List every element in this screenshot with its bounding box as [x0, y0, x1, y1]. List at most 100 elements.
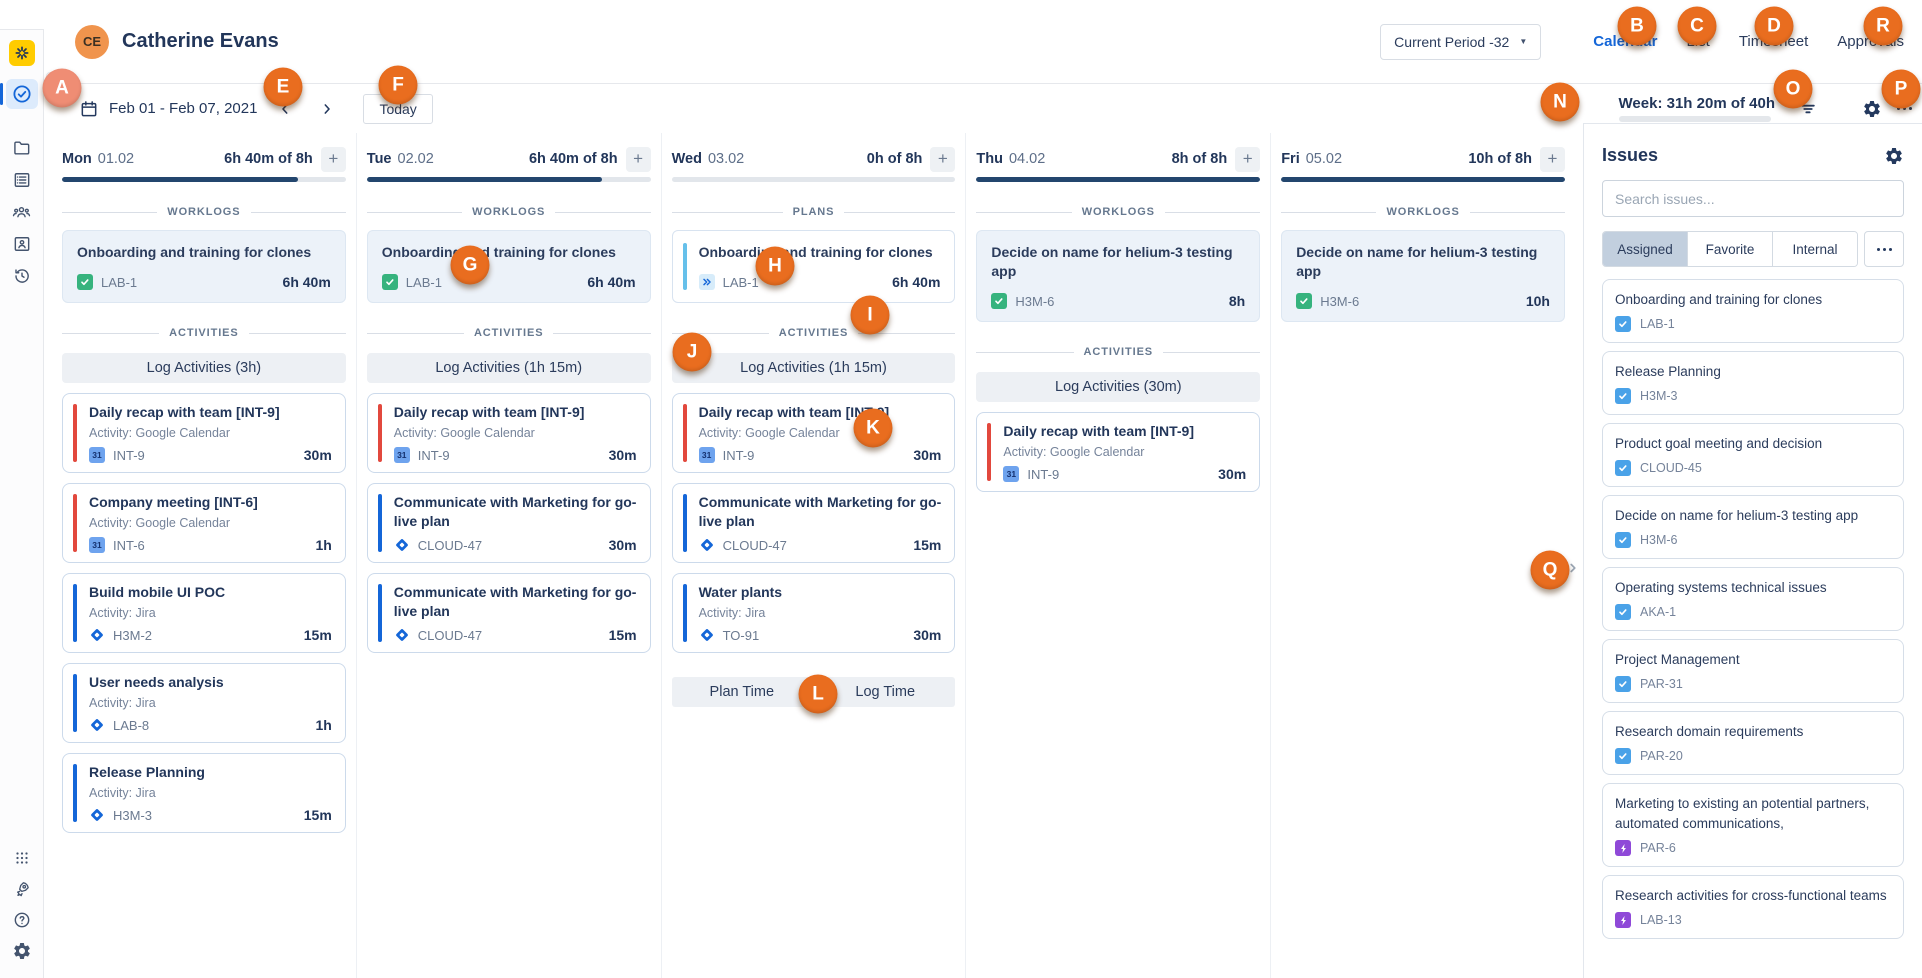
sidebar-item-history[interactable] — [6, 261, 38, 291]
activity-meta-row: 31INT-930m — [89, 447, 332, 463]
issue-title: Release Planning — [1615, 362, 1891, 382]
day-date: 02.02 — [398, 151, 434, 167]
issue-card[interactable]: Research domain requirementsPAR-20 — [1602, 711, 1904, 775]
activity-card[interactable]: Company meeting [INT-6]Activity: Google … — [62, 483, 346, 563]
activity-card[interactable]: Build mobile UI POCActivity: JiraH3M-215… — [62, 573, 346, 653]
day-date: 05.02 — [1306, 151, 1342, 167]
add-worklog-button[interactable]: + — [930, 147, 955, 172]
worklog-title: Onboarding and training for clones — [699, 243, 941, 262]
add-worklog-button[interactable]: + — [321, 147, 346, 172]
app-window: CE Catherine Evans Current Period -32 ▼ … — [0, 0, 1922, 978]
log-activities-button[interactable]: Log Activities (30m) — [976, 372, 1260, 402]
log-activities-button[interactable]: Log Activities (3h) — [62, 353, 346, 383]
issue-meta-row: PAR-6 — [1615, 840, 1891, 856]
annotation-marker-J: J — [673, 333, 712, 372]
add-worklog-button[interactable]: + — [1540, 147, 1565, 172]
issues-tab-favorite[interactable]: Favorite — [1688, 232, 1773, 266]
activity-time: 1h — [315, 537, 331, 553]
sidebar-item-tracker[interactable] — [6, 79, 38, 109]
activity-card[interactable]: Communicate with Marketing for go-live p… — [672, 483, 956, 563]
issues-tab-assigned[interactable]: Assigned — [1603, 232, 1688, 266]
divider-line — [1470, 212, 1565, 213]
worklog-card[interactable]: Onboarding and training for clonesLAB-16… — [367, 230, 651, 303]
issue-key: INT-6 — [113, 538, 145, 553]
activity-accent-bar — [378, 584, 382, 642]
activity-accent-bar — [73, 404, 77, 462]
activity-card[interactable]: Water plantsActivity: JiraTO-9130m — [672, 573, 956, 653]
issue-title: Onboarding and training for clones — [1615, 290, 1891, 310]
logged-time: 6h 40m — [283, 274, 331, 290]
activity-card[interactable]: User needs analysisActivity: JiraLAB-81h — [62, 663, 346, 743]
activity-title: Daily recap with team [INT-9] — [1003, 422, 1246, 441]
sidebar-item-list[interactable] — [6, 165, 38, 195]
activity-time: 30m — [609, 447, 637, 463]
activity-time: 30m — [304, 447, 332, 463]
google-calendar-icon: 31 — [89, 537, 105, 553]
week-progress-bar — [1619, 116, 1771, 122]
day-column-tue: Tue02.026h 40m of 8h+WORKLOGSOnboarding … — [357, 133, 662, 978]
activity-card[interactable]: Communicate with Marketing for go-live p… — [367, 573, 651, 653]
issues-tab-internal[interactable]: Internal — [1773, 232, 1857, 266]
task-done-icon — [77, 274, 93, 290]
activity-card[interactable]: Communicate with Marketing for go-live p… — [367, 483, 651, 563]
activity-accent-bar — [378, 494, 382, 552]
plan-time-button[interactable]: Plan Time — [672, 677, 812, 707]
sidebar-item-settings[interactable] — [6, 937, 38, 965]
activity-card[interactable]: Daily recap with team [INT-9]Activity: G… — [976, 412, 1260, 492]
day-hours-summary: 8h of 8h — [1172, 151, 1228, 167]
plan-card[interactable]: Onboarding and training for clonesLAB-16… — [672, 230, 956, 303]
issue-key: CLOUD-47 — [418, 538, 482, 553]
log-activities-button[interactable]: Log Activities (1h 15m) — [672, 353, 956, 383]
activity-title: Communicate with Marketing for go-live p… — [699, 493, 942, 531]
worklog-title: Onboarding and training for clones — [382, 243, 636, 262]
issue-title: Product goal meeting and decision — [1615, 434, 1891, 454]
issue-card[interactable]: Onboarding and training for clonesLAB-1 — [1602, 279, 1904, 343]
day-progress-fill — [1281, 177, 1565, 182]
section-label: ACTIVITIES — [779, 327, 849, 339]
add-worklog-button[interactable]: + — [1235, 147, 1260, 172]
jira-issue-icon — [89, 627, 105, 643]
issue-card[interactable]: Product goal meeting and decisionCLOUD-4… — [1602, 423, 1904, 487]
gear-icon[interactable] — [1861, 98, 1883, 120]
worklog-card[interactable]: Onboarding and training for clonesLAB-16… — [62, 230, 346, 303]
activity-meta-row: CLOUD-4715m — [699, 537, 942, 553]
activity-card[interactable]: Release PlanningActivity: JiraH3M-315m — [62, 753, 346, 833]
search-issues-input[interactable] — [1602, 180, 1904, 217]
day-hours-summary: 6h 40m of 8h — [529, 151, 618, 167]
period-selector[interactable]: Current Period -32 ▼ — [1380, 24, 1541, 60]
sidebar-item-contact-card[interactable] — [6, 229, 38, 259]
add-worklog-button[interactable]: + — [626, 147, 651, 172]
google-calendar-icon: 31 — [89, 447, 105, 463]
annotation-marker-L: L — [799, 675, 838, 714]
sidebar-item-apps-grid[interactable] — [6, 844, 38, 872]
section-label: ACTIVITIES — [169, 327, 239, 339]
issue-card[interactable]: Release PlanningH3M-3 — [1602, 351, 1904, 415]
activity-source: Activity: Jira — [699, 605, 942, 621]
annotation-marker-B: B — [1618, 7, 1657, 46]
next-week-button[interactable] — [315, 97, 339, 121]
activity-card[interactable]: Daily recap with team [INT-9]Activity: G… — [62, 393, 346, 473]
day-progress-bar — [367, 177, 651, 182]
issue-card[interactable]: Decide on name for helium-3 testing appH… — [1602, 495, 1904, 559]
sidebar-item-help[interactable] — [6, 906, 38, 934]
issue-card[interactable]: Research activities for cross-functional… — [1602, 875, 1904, 939]
issue-key: INT-9 — [1027, 467, 1059, 482]
issue-card[interactable]: Project ManagementPAR-31 — [1602, 639, 1904, 703]
issue-card[interactable]: Operating systems technical issuesAKA-1 — [1602, 567, 1904, 631]
sidebar-item-folder[interactable] — [6, 133, 38, 163]
issue-key: H3M-6 — [1015, 294, 1054, 309]
log-activities-button[interactable]: Log Activities (1h 15m) — [367, 353, 651, 383]
activity-card[interactable]: Daily recap with team [INT-9]Activity: G… — [367, 393, 651, 473]
sidebar-item-team[interactable] — [6, 197, 38, 227]
worklog-card[interactable]: Decide on name for helium-3 testing appH… — [976, 230, 1260, 322]
activity-meta-row: H3M-215m — [89, 627, 332, 643]
sidebar-item-rocket[interactable] — [6, 875, 38, 903]
issues-settings-gear-icon[interactable] — [1884, 146, 1904, 166]
activity-accent-bar — [987, 423, 991, 481]
activity-card[interactable]: Daily recap with team [INT-9]Activity: G… — [672, 393, 956, 473]
divider-line — [249, 333, 346, 334]
issues-tabs-more-button[interactable] — [1864, 231, 1904, 267]
worklog-card[interactable]: Decide on name for helium-3 testing appH… — [1281, 230, 1565, 322]
issue-card[interactable]: Marketing to existing an potential partn… — [1602, 783, 1904, 867]
plan-accent-bar — [683, 243, 687, 290]
